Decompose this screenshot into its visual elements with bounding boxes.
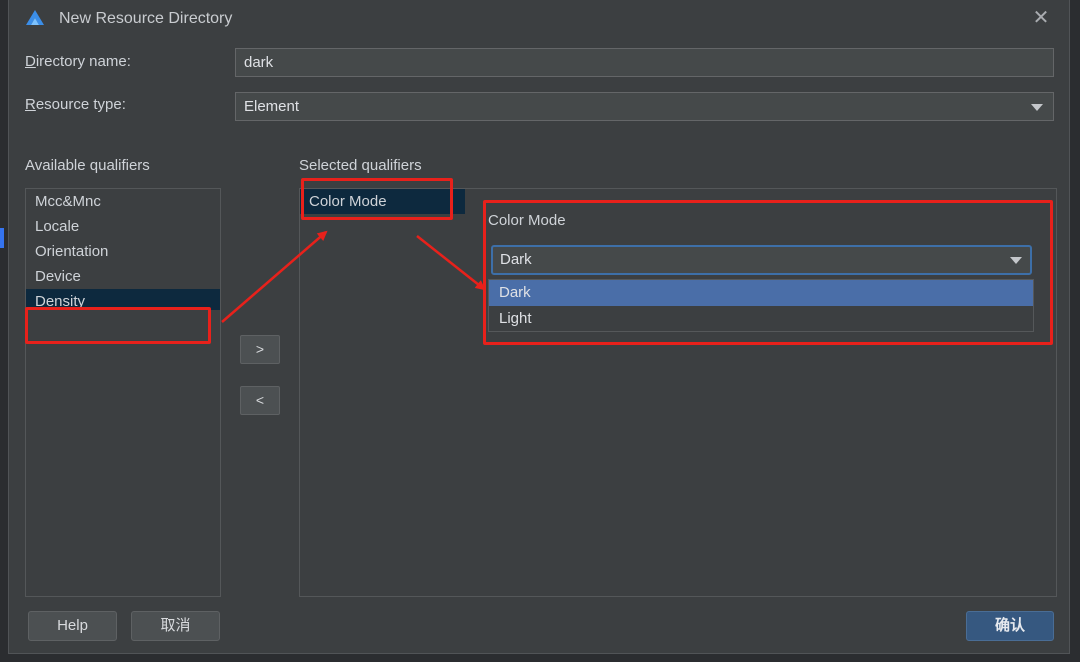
resource-type-label: Resource type: xyxy=(25,96,126,113)
ok-button[interactable]: 确认 xyxy=(966,611,1054,641)
background-selection-marker xyxy=(0,228,4,248)
remove-qualifier-button[interactable]: < xyxy=(240,386,280,415)
selected-qualifiers-heading: Selected qualifiers xyxy=(299,157,422,174)
close-icon[interactable]: ✕ xyxy=(1031,8,1051,28)
help-button[interactable]: Help xyxy=(28,611,117,641)
list-item[interactable]: Locale xyxy=(26,214,220,239)
list-item[interactable]: Mcc&Mnc xyxy=(26,189,220,214)
dialog-title: New Resource Directory xyxy=(59,10,233,27)
selected-qualifiers-list[interactable]: Color Mode xyxy=(299,188,466,597)
available-qualifiers-heading: Available qualifiers xyxy=(25,157,150,174)
resource-type-value: Element xyxy=(244,98,300,115)
annotation-box-selected xyxy=(301,178,453,220)
add-qualifier-button[interactable]: > xyxy=(240,335,280,364)
chevron-down-icon xyxy=(1031,104,1043,111)
available-qualifiers-list[interactable]: Mcc&Mnc Locale Orientation Device Densit… xyxy=(25,188,221,597)
cancel-button[interactable]: 取消 xyxy=(131,611,220,641)
list-item[interactable]: Orientation xyxy=(26,239,220,264)
directory-name-label: Directory name: xyxy=(25,53,131,70)
deveco-logo-icon xyxy=(26,10,44,25)
annotation-box-available xyxy=(25,307,211,344)
resource-type-select[interactable]: Element xyxy=(235,92,1054,121)
dialog-titlebar: New Resource Directory ✕ xyxy=(9,0,1069,38)
annotation-box-detail xyxy=(483,200,1053,345)
list-item[interactable]: Device xyxy=(26,264,220,289)
directory-name-field[interactable]: dark xyxy=(235,48,1054,77)
